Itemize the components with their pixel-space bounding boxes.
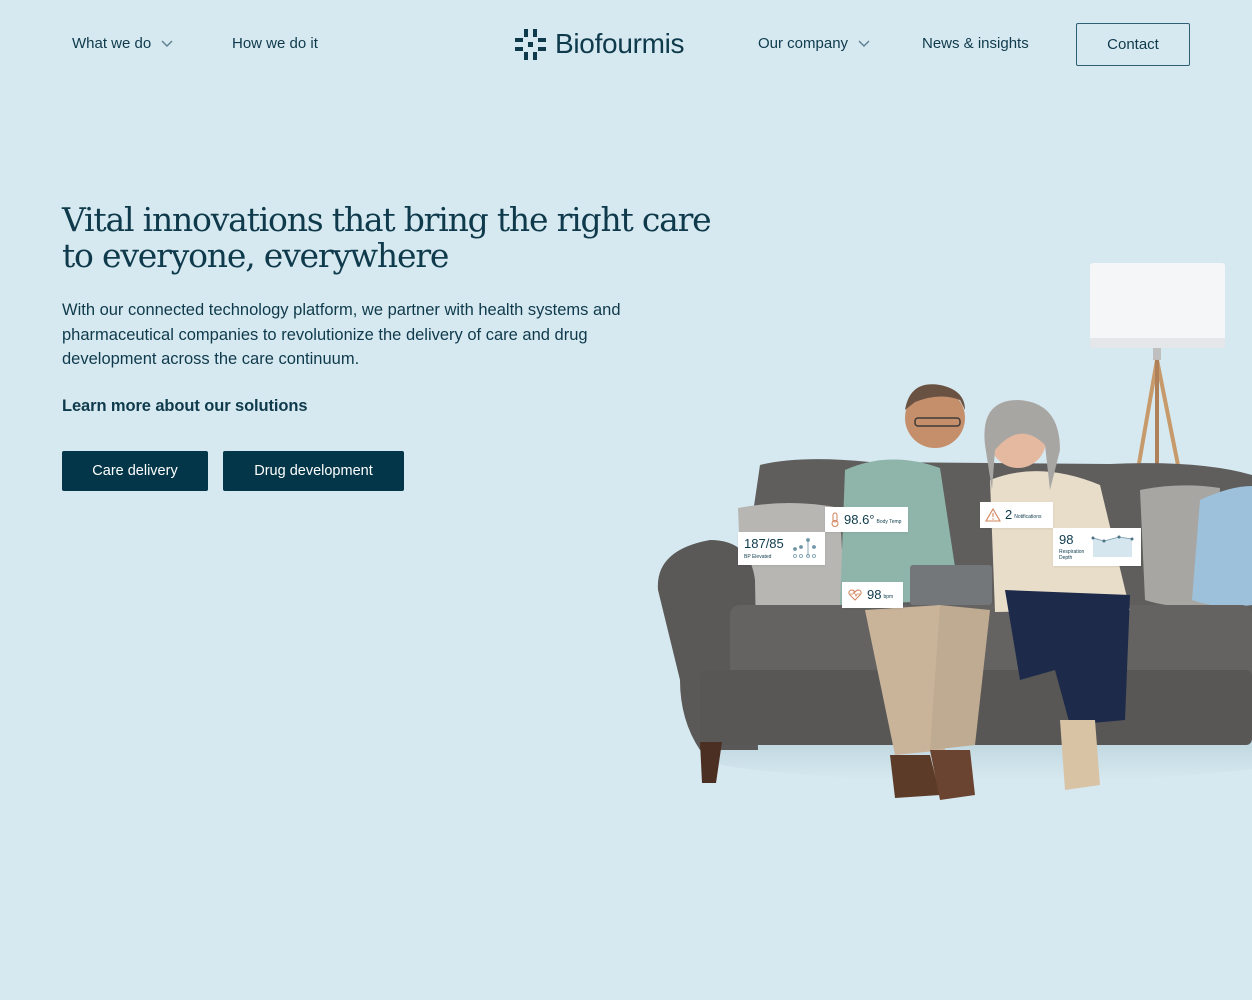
- learn-more-heading: Learn more about our solutions: [62, 397, 308, 415]
- bp-dots-chart-icon: [792, 537, 816, 558]
- warning-icon: [985, 508, 1001, 522]
- nav-our-company[interactable]: Our company: [758, 34, 870, 54]
- nav-what-we-do[interactable]: What we do: [72, 34, 173, 54]
- nav-what-we-do-label: What we do: [72, 35, 152, 52]
- notifications-value: 2: [1005, 507, 1013, 522]
- heart-rate-icon: [848, 589, 862, 601]
- bp-label: BP Elevated: [744, 554, 772, 560]
- floor-lamp: [1090, 263, 1225, 476]
- nav-how-we-do-it[interactable]: How we do it: [232, 34, 318, 54]
- nav-news-insights[interactable]: News & insights: [922, 34, 1029, 54]
- respiration-label: Respiration Depth: [1059, 549, 1085, 561]
- hero-illustration: 187/85 BP Elevated 98.6° Body Temp 2 Not…: [640, 250, 1252, 850]
- heart-rate-label: bpm: [883, 594, 894, 600]
- hero-description: With our connected technology platform, …: [62, 301, 621, 368]
- respiration-chart-icon: [1091, 535, 1134, 557]
- drug-development-button[interactable]: Drug development: [223, 451, 404, 491]
- respiration-metric-card: 98 Respiration Depth: [1053, 528, 1141, 566]
- bp-value: 187/85: [744, 536, 784, 551]
- heart-rate-value: 98: [867, 587, 882, 602]
- respiration-value: 98: [1059, 532, 1074, 547]
- couple-on-sofa-image: [657, 263, 1252, 800]
- notifications-metric-card: 2 Notifications: [980, 502, 1053, 528]
- nav-our-company-label: Our company: [758, 35, 849, 52]
- nav-how-we-do-it-label: How we do it: [232, 35, 318, 52]
- chevron-down-icon: [858, 40, 870, 47]
- chevron-down-icon: [161, 40, 173, 47]
- thermometer-icon: [831, 512, 839, 527]
- biofourmis-logo-icon: [515, 28, 546, 60]
- bp-metric-card: 187/85 BP Elevated: [738, 532, 825, 565]
- temp-metric-card: 98.6° Body Temp: [825, 507, 908, 532]
- heart-rate-metric-card: 98 bpm: [842, 582, 903, 608]
- nav-news-insights-label: News & insights: [922, 35, 1029, 52]
- notifications-label: Notifications: [1014, 514, 1042, 520]
- logo[interactable]: Biofourmis: [514, 27, 685, 61]
- temp-label: Body Temp: [876, 518, 902, 525]
- temp-value: 98.6°: [844, 511, 875, 527]
- contact-button[interactable]: Contact: [1076, 23, 1190, 66]
- care-delivery-button[interactable]: Care delivery: [62, 451, 208, 491]
- tablet: [910, 565, 992, 605]
- logo-text: Biofourmis: [555, 28, 685, 59]
